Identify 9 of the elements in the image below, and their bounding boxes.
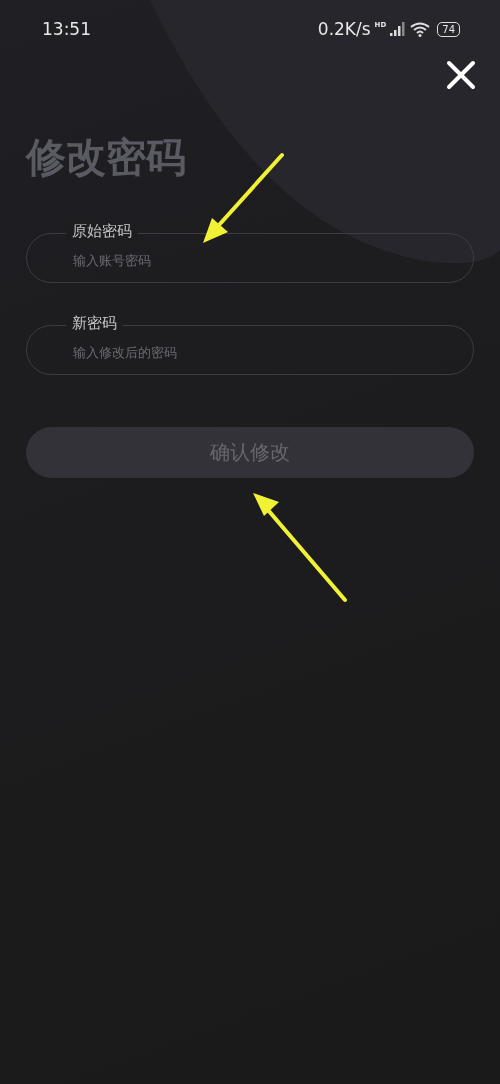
close-button[interactable]: [444, 58, 478, 92]
signal-icon: [390, 22, 407, 36]
field-label: 新密码: [66, 314, 123, 333]
page-title: 修改密码: [26, 133, 187, 182]
battery-level: 74: [437, 21, 460, 37]
wifi-icon: [410, 21, 431, 37]
field-label: 原始密码: [66, 222, 138, 241]
clock-time: 13:51: [42, 19, 91, 39]
network-speed: 0.2K/s: [317, 19, 371, 39]
